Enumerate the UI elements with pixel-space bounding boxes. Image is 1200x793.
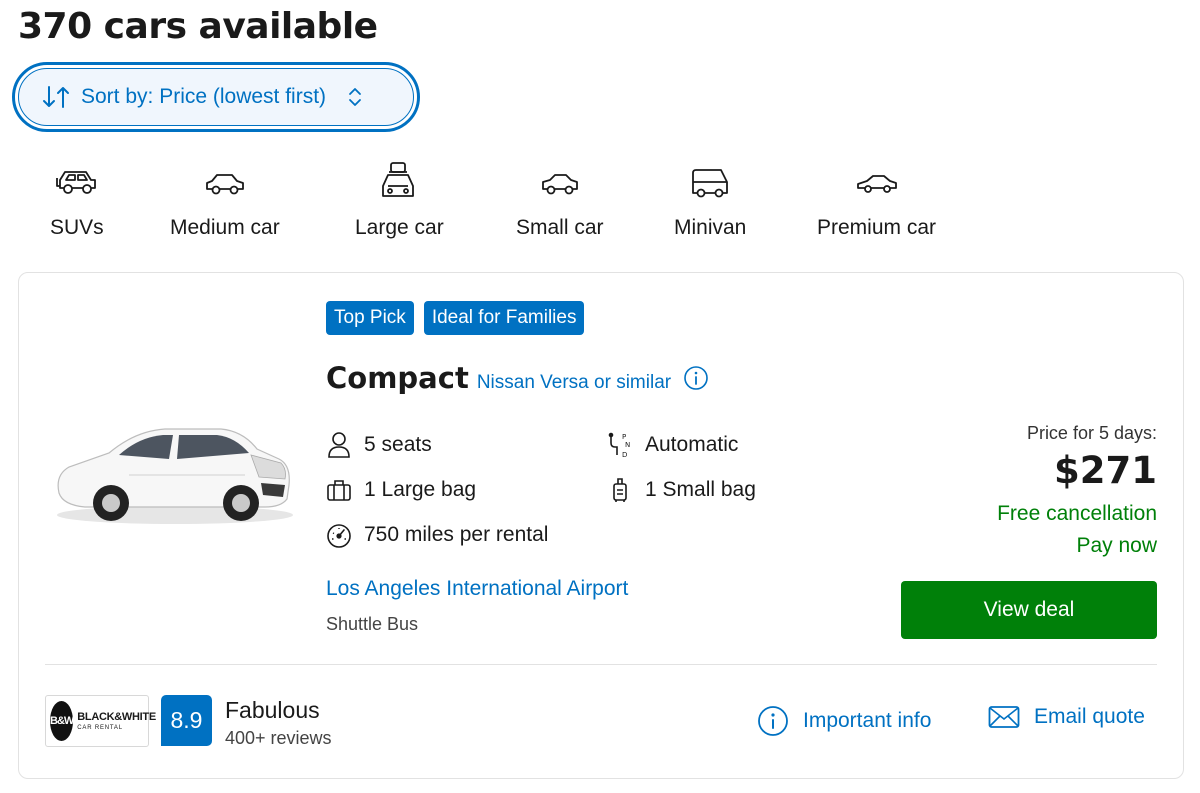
category-large-car[interactable]: Large car [355,160,444,240]
car-image [57,428,293,524]
large-car-icon [382,162,415,197]
gear-shift-icon: P N D [608,432,630,459]
important-info-link[interactable]: Important info [757,705,931,737]
supplier-logo-name: BLACK&WHITE [77,710,156,723]
medium-car-icon [205,174,244,195]
category-label: Medium car [170,216,280,239]
category-label: Large car [355,216,444,239]
sort-arrows-icon [43,86,69,108]
supplier-logo: B&W BLACK&WHITE CAR RENTAL [45,695,156,747]
envelope-icon [988,706,1020,728]
car-name-row: Compact Nissan Versa or similar [326,361,709,395]
pay-now-text: Pay now [1076,534,1157,557]
top-pick-badge: Top Pick [326,301,414,335]
spec-mileage: 750 miles per rental [326,521,548,549]
rating-word: Fabulous [225,697,320,723]
info-icon[interactable] [683,365,709,391]
suv-icon [55,171,96,194]
small-bag-text: 1 Small bag [645,478,756,501]
svg-text:P: P [622,433,626,441]
card-divider [45,664,1157,665]
pickup-location-link[interactable]: Los Angeles International Airport [326,577,628,601]
car-listing-card: Top Pick Ideal for Families Compact Niss… [18,272,1184,779]
svg-text:N: N [625,441,630,449]
suitcase-icon [327,480,351,501]
ideal-for-families-badge: Ideal for Families [423,301,585,335]
results-count-title: 370 cars available [18,6,378,47]
category-label: Premium car [817,216,937,239]
info-icon [758,706,788,736]
review-score-badge: 8.9 [161,695,212,746]
car-category-filters: SUVs Medium car Large car Small car Mini… [0,160,1000,250]
category-medium-car[interactable]: Medium car [170,160,280,240]
pickup-location-type: Shuttle Bus [326,614,419,634]
category-label: Minivan [674,216,747,239]
mileage-text: 750 miles per rental [364,523,549,546]
spec-small-bag: 1 Small bag [607,476,756,504]
large-bag-text: 1 Large bag [364,478,477,501]
chevron-up-down-icon [349,88,361,106]
car-model-link[interactable]: Nissan Versa or similar [477,372,671,394]
supplier-logo-text: BLACK&WHITE CAR RENTAL [77,710,156,731]
spec-seats: 5 seats [326,431,432,459]
badge-row: Top Pick Ideal for Families [326,301,585,335]
category-small-car[interactable]: Small car [516,160,604,240]
transmission-text: Automatic [645,433,739,456]
spec-transmission: P N D Automatic [607,431,738,459]
sort-label: Sort by: Price (lowest first) [81,85,327,108]
category-premium-car[interactable]: Premium car [817,160,936,240]
seats-text: 5 seats [364,433,432,456]
car-class: Compact [326,361,469,395]
supplier-logo-mark: B&W [50,701,74,741]
category-suvs[interactable]: SUVs [50,160,104,240]
person-icon [328,432,350,458]
supplier-logo-subtitle: CAR RENTAL [77,724,123,731]
free-cancellation-text: Free cancellation [997,502,1157,525]
category-label: SUVs [50,216,104,239]
small-car-icon [541,174,578,195]
view-deal-button[interactable]: View deal [901,581,1157,639]
spec-large-bag: 1 Large bag [326,476,476,504]
price-duration-label: Price for 5 days: [1026,423,1157,443]
category-minivan[interactable]: Minivan [674,160,746,240]
sort-button[interactable]: Sort by: Price (lowest first) [18,68,414,126]
review-count: 400+ reviews [225,728,332,748]
total-price: $271 [1054,449,1157,492]
minivan-icon [692,169,729,198]
email-quote-link[interactable]: Email quote [988,705,1145,729]
svg-text:D: D [622,451,627,459]
speedometer-icon [327,524,351,548]
important-info-label: Important info [803,709,932,732]
category-label: Small car [516,216,604,239]
carry-on-bag-icon [613,478,627,502]
sort-focus-ring: Sort by: Price (lowest first) [12,62,420,132]
email-quote-label: Email quote [1034,705,1145,728]
premium-car-icon [856,175,897,193]
